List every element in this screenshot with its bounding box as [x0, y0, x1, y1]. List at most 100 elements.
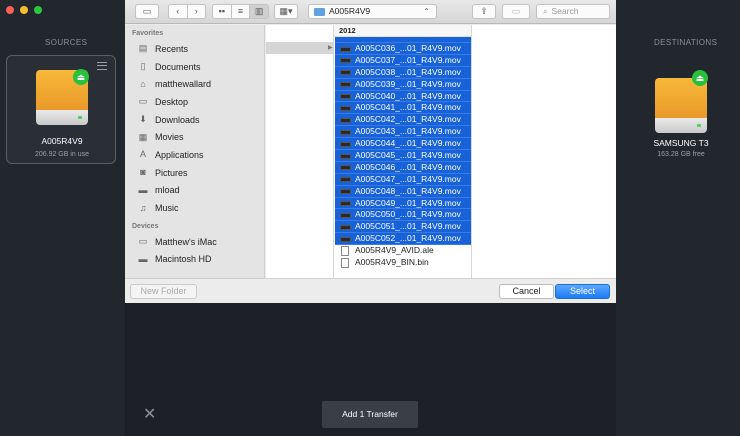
back-icon[interactable]: ‹	[169, 5, 188, 18]
video-file-icon	[340, 70, 351, 76]
add-transfer-button[interactable]: Add 1 Transfer	[322, 401, 418, 428]
close-window-button[interactable]	[6, 6, 14, 14]
search-input[interactable]: ⌕ Search	[536, 4, 610, 19]
list-item[interactable]: A005R4V9_BIN.bin	[335, 257, 471, 269]
home-icon: ⌂	[140, 78, 146, 89]
list-item[interactable]: A005C039_...01_R4V9.mov	[335, 78, 471, 91]
list-item[interactable]: A005C036_...01_R4V9.mov	[335, 43, 471, 55]
path-label: A005R4V9	[329, 6, 371, 16]
zoom-window-button[interactable]	[34, 6, 42, 14]
favorite-item[interactable]: ⌂ matthewallard	[125, 75, 264, 93]
group-view-icon[interactable]: ▦▾	[274, 4, 298, 19]
devices-header: Devices	[132, 222, 159, 230]
file-name: A005C040_...01_R4V9.mov	[355, 90, 461, 101]
close-icon[interactable]: ✕	[143, 407, 156, 423]
documents-icon: ▯	[140, 61, 146, 72]
list-item[interactable]: A005C046_...01_R4V9.mov	[335, 161, 471, 174]
forward-icon[interactable]: ›	[188, 5, 206, 18]
music-icon: ♫	[139, 202, 147, 213]
video-file-icon	[340, 165, 351, 171]
favorite-item[interactable]: ▤ Recents	[125, 40, 264, 58]
new-folder-button[interactable]: New Folder	[130, 284, 197, 299]
list-item[interactable]: A005C043_...01_R4V9.mov	[335, 126, 471, 139]
favorite-item-label: Downloads	[155, 114, 200, 125]
list-item[interactable]: A005C052_...01_R4V9.mov	[335, 233, 471, 246]
list-view-icon[interactable]: ≡	[232, 5, 251, 18]
list-item[interactable]: A005C041_...01_R4V9.mov	[335, 102, 471, 115]
column-view-icon[interactable]: ▥	[250, 5, 269, 18]
destinations-title: DESTINATIONS	[654, 38, 718, 47]
select-button[interactable]: Select	[555, 284, 610, 299]
source-volume-card[interactable]: ⏏ A005R4V9 206.92 GB in use	[6, 55, 116, 164]
favorite-item-label: Pictures	[155, 167, 188, 178]
favorite-item[interactable]: ♫ Music	[125, 199, 264, 217]
destination-drive-icon[interactable]	[655, 78, 707, 134]
icon-view-icon[interactable]: ▪▪	[213, 5, 232, 18]
list-item[interactable]: A005C038_...01_R4V9.mov	[335, 66, 471, 79]
list-item[interactable]: A005C048_...01_R4V9.mov	[335, 185, 471, 198]
share-icon[interactable]: ⇪	[472, 4, 496, 19]
device-item-label: Macintosh HD	[155, 254, 212, 265]
selected-folder-row[interactable]	[266, 42, 334, 54]
document-file-icon	[341, 258, 349, 269]
device-item[interactable]: ▬ Macintosh HD	[125, 251, 264, 269]
video-file-icon	[340, 189, 351, 195]
list-item[interactable]: A005C051_...01_R4V9.mov	[335, 221, 471, 234]
favorite-item-label: matthewallard	[155, 79, 212, 90]
path-popup[interactable]: A005R4V9 ⌃	[308, 4, 437, 19]
movies-icon: ▦	[138, 131, 148, 142]
device-item[interactable]: ▭ Matthew's iMac	[125, 233, 264, 251]
list-item[interactable]: A005C037_...01_R4V9.mov	[335, 54, 471, 67]
favorite-item[interactable]: ⬇ Downloads	[125, 111, 264, 129]
favorite-item[interactable]: ▦ Movies	[125, 128, 264, 146]
list-item[interactable]: A005C042_...01_R4V9.mov	[335, 114, 471, 127]
back-forward-buttons: ‹ ›	[168, 4, 206, 19]
list-item[interactable]: A005C044_...01_R4V9.mov	[335, 138, 471, 151]
list-item[interactable]: A005C050_...01_R4V9.mov	[335, 209, 471, 222]
video-file-icon	[340, 177, 351, 183]
list-item[interactable]: A005C047_...01_R4V9.mov	[335, 173, 471, 186]
browser-column-empty	[472, 25, 616, 278]
video-file-icon	[340, 236, 351, 242]
favorite-item-label: Desktop	[155, 96, 189, 107]
file-name: A005C048_...01_R4V9.mov	[355, 185, 461, 196]
cancel-button[interactable]: Cancel	[499, 284, 554, 299]
favorite-item[interactable]: ◙ Pictures	[125, 164, 264, 182]
column-header: 2012	[334, 25, 471, 37]
list-item[interactable]: A005R4V9_AVID.ale	[335, 245, 471, 257]
favorites-header: Favorites	[132, 30, 164, 37]
file-name: A005C042_...01_R4V9.mov	[355, 114, 461, 125]
minimize-window-button[interactable]	[20, 6, 28, 14]
desktop-icon: ▭	[138, 96, 148, 107]
file-name: A005C043_...01_R4V9.mov	[355, 126, 461, 137]
downloads-icon: ⬇	[139, 114, 147, 125]
sidebar-toggle-icon[interactable]: ▭	[135, 4, 159, 19]
list-item[interactable]: A005C040_...01_R4V9.mov	[335, 90, 471, 103]
menu-icon[interactable]	[97, 62, 107, 70]
favorite-item[interactable]: A Applications	[125, 146, 264, 164]
favorite-item-label: Movies	[155, 132, 184, 143]
browser-column-root: ▶	[266, 25, 334, 278]
video-file-icon	[340, 153, 351, 159]
favorite-item-label: mload	[155, 185, 180, 196]
disk-icon: ▬	[138, 253, 148, 264]
source-volume-name: A005R4V9	[41, 136, 83, 146]
imac-icon: ▭	[138, 236, 148, 247]
eject-icon[interactable]: ⏏	[73, 69, 89, 85]
eject-icon[interactable]: ⏏	[692, 70, 708, 86]
favorite-item[interactable]: ▭ Desktop	[125, 93, 264, 111]
list-item[interactable]: A005C049_...01_R4V9.mov	[335, 197, 471, 210]
file-name: A005C046_...01_R4V9.mov	[355, 161, 461, 172]
dialog-footer: New Folder Cancel Select	[125, 278, 616, 303]
file-name: A005C047_...01_R4V9.mov	[355, 173, 461, 184]
destination-volume-name: SAMSUNG T3	[653, 138, 709, 148]
open-file-dialog: ▭ ‹ › ▪▪ ≡ ▥ ▦▾ A005R4V9 ⌃ ⇪ ▭ ⌕ Search F…	[125, 0, 616, 303]
favorite-item[interactable]: ▬ mload	[125, 182, 264, 200]
search-icon: ⌕	[543, 7, 548, 16]
chevron-updown-icon: ⌃	[423, 7, 430, 16]
browser-column-files: 2012 A005C036_...01_R4V9.mov A005C037_...…	[334, 25, 472, 278]
list-item[interactable]: A005C045_...01_R4V9.mov	[335, 150, 471, 162]
pictures-icon: ◙	[140, 167, 146, 178]
tag-icon[interactable]: ▭	[502, 4, 530, 19]
favorite-item[interactable]: ▯ Documents	[125, 58, 264, 76]
